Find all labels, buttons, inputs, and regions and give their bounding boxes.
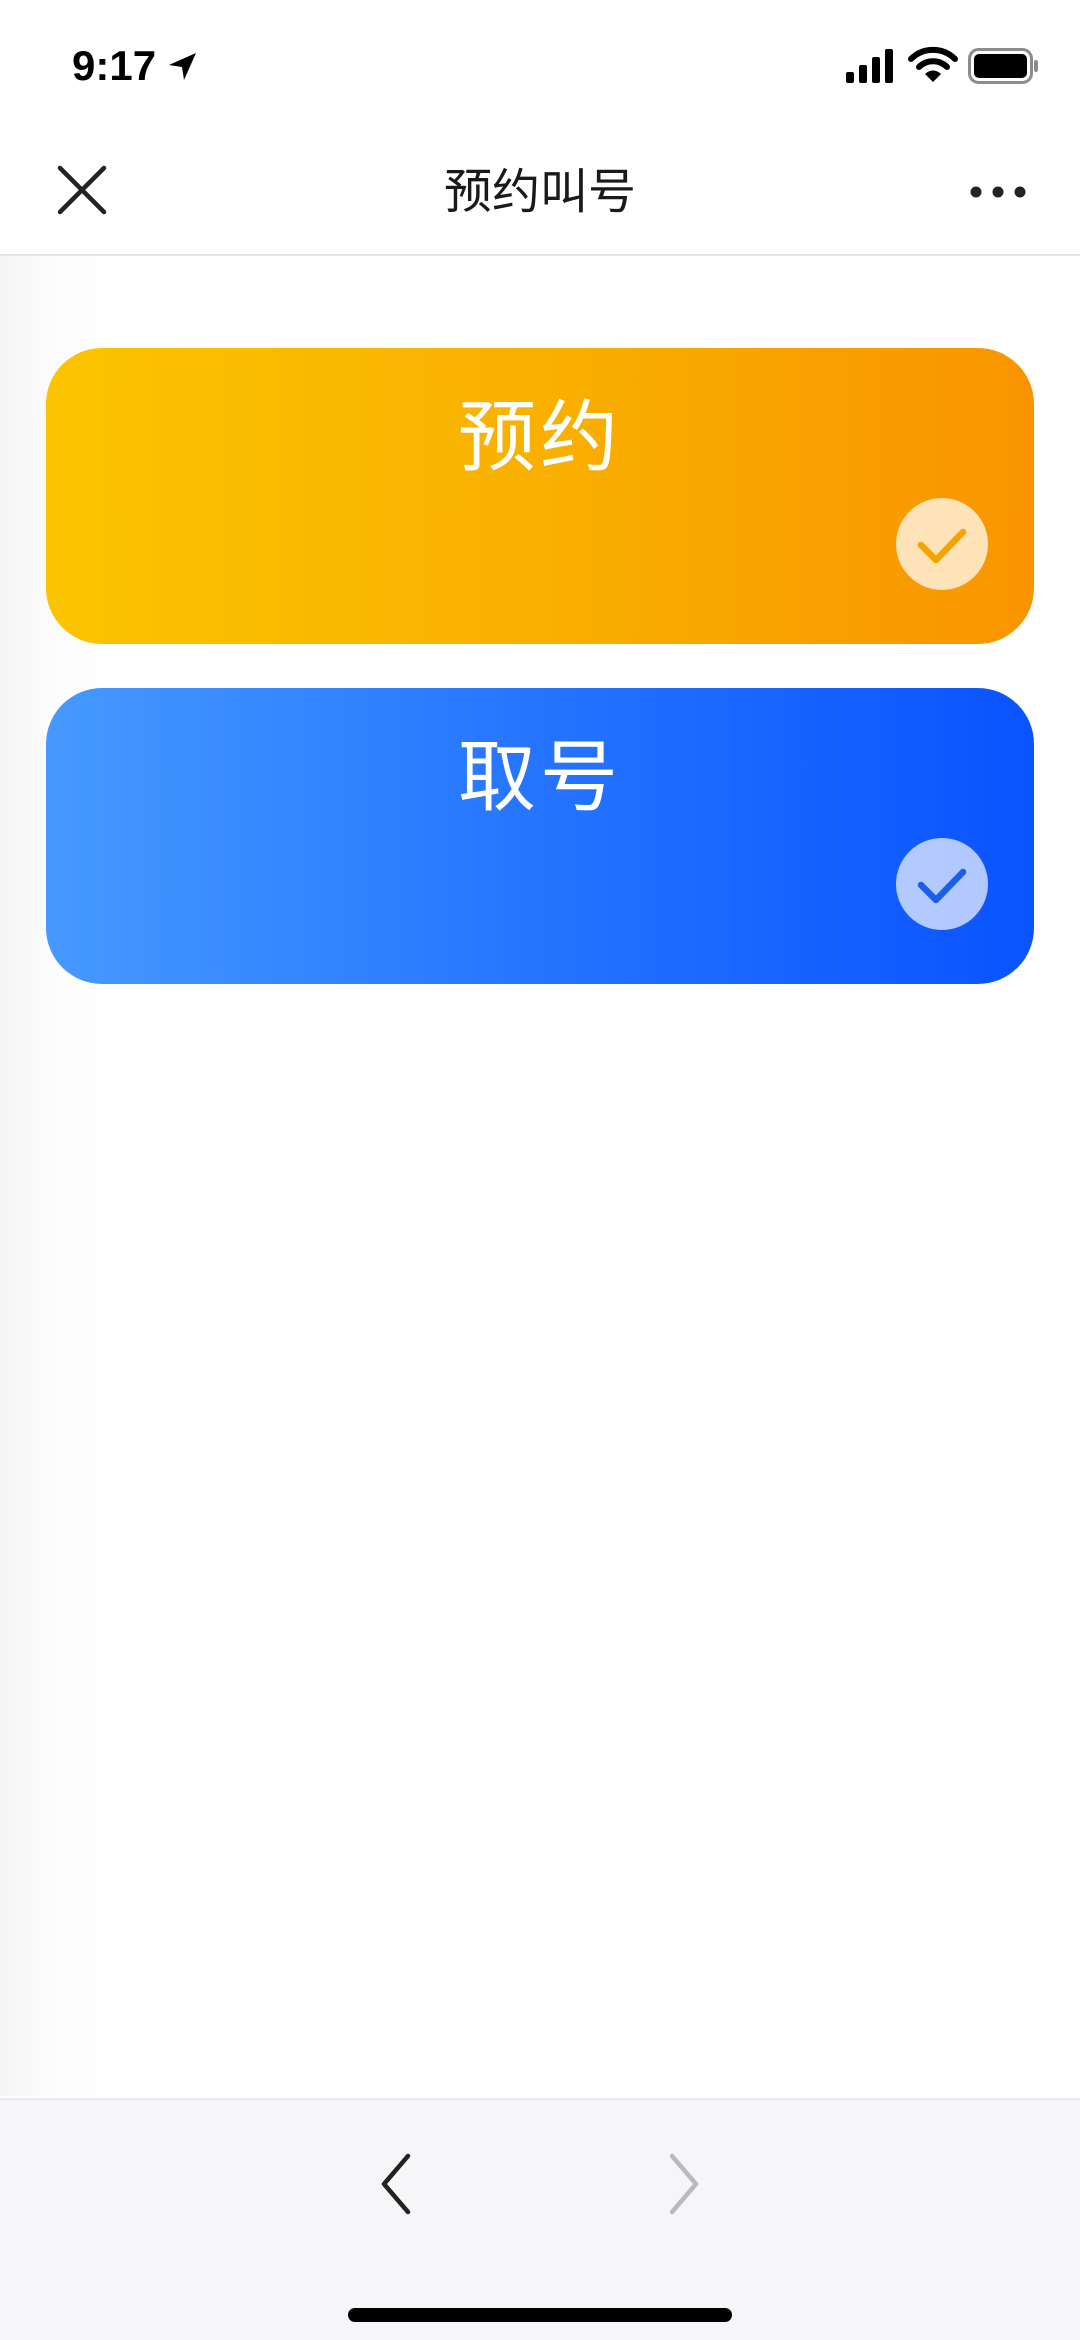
- check-circle-icon: [896, 498, 988, 590]
- cellular-signal-icon: [846, 49, 893, 83]
- chevron-right-icon[interactable]: [660, 2144, 710, 2224]
- status-time: 9:17: [72, 42, 157, 89]
- check-circle-icon: [896, 838, 988, 930]
- appointment-label: 预约: [457, 393, 622, 483]
- status-bar: 9:17: [0, 0, 1080, 130]
- content-area: 预约 取号: [0, 256, 1080, 2096]
- wifi-icon: [908, 46, 958, 82]
- appointment-button[interactable]: 预约: [46, 348, 1034, 644]
- close-icon[interactable]: [52, 160, 112, 220]
- chevron-left-icon[interactable]: [370, 2144, 420, 2224]
- home-indicator: [348, 2308, 732, 2322]
- more-horizontal-icon[interactable]: [968, 170, 1028, 214]
- page-title: 预约叫号: [443, 164, 636, 220]
- bottom-toolbar: [0, 2098, 1080, 2340]
- nav-bar: 预约叫号: [0, 130, 1080, 256]
- take-number-label: 取号: [457, 733, 622, 823]
- battery-icon: [968, 48, 1038, 84]
- take-number-button[interactable]: 取号: [46, 688, 1034, 984]
- location-arrow-icon: [169, 53, 196, 80]
